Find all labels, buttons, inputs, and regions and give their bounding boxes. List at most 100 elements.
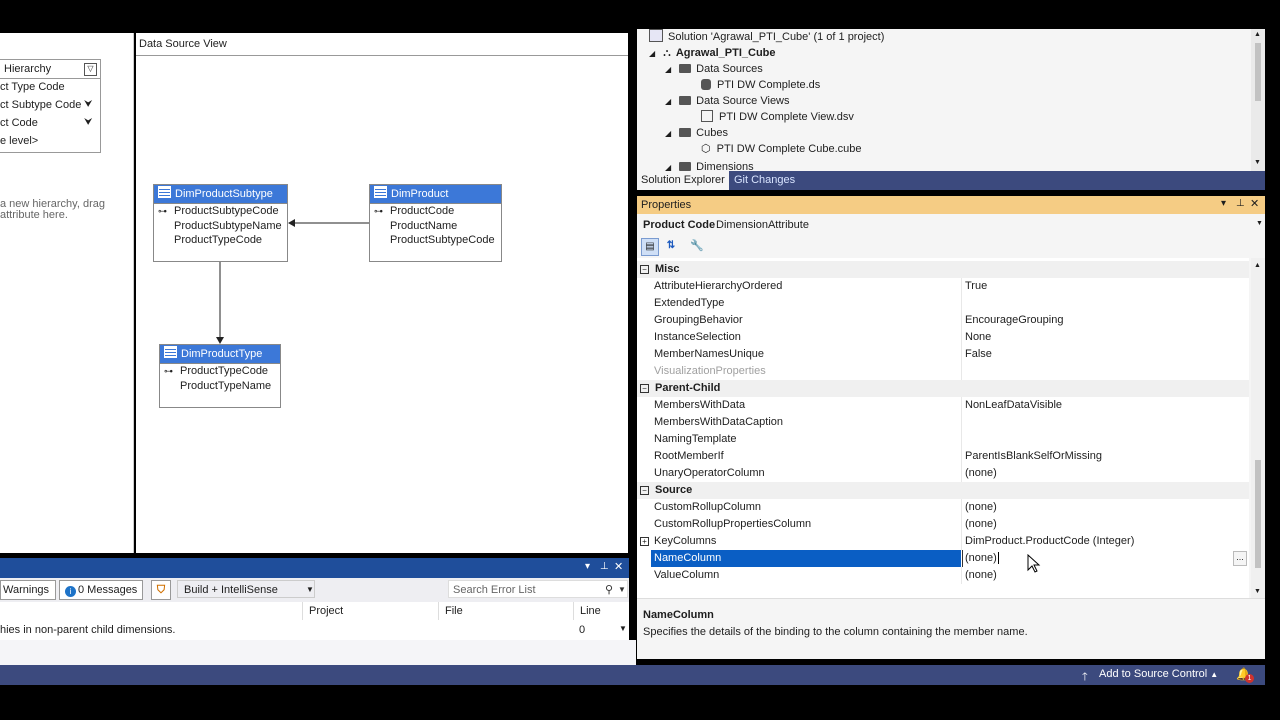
expand-triangle-icon[interactable]: ◢ <box>665 65 671 74</box>
scrollbar[interactable]: ▲ ▼ <box>1251 29 1265 171</box>
table-column[interactable]: ⊶ ProductCode <box>370 204 501 219</box>
property-row[interactable]: RootMemberIf ParentIsBlankSelfOrMissing <box>637 448 1249 465</box>
collapse-icon[interactable]: − <box>640 486 649 495</box>
scroll-down-icon[interactable]: ▼ <box>1254 588 1261 595</box>
property-value[interactable]: (none) <box>965 567 997 584</box>
tree-item-dimensions[interactable]: ◢ Dimensions <box>665 159 754 171</box>
property-value-editor[interactable]: (none) <box>962 550 999 567</box>
expand-icon[interactable]: + <box>640 537 649 546</box>
property-row[interactable]: + KeyColumns DimProduct.ProductCode (Inte… <box>637 533 1249 550</box>
warnings-filter-button[interactable]: Warnings <box>0 580 56 600</box>
property-row-selected[interactable]: NameColumn (none) ... <box>637 550 1249 567</box>
scroll-down-icon[interactable]: ▼ <box>1254 159 1261 166</box>
add-to-source-control[interactable]: Add to Source Control ▲ <box>1099 668 1218 680</box>
property-row[interactable]: GroupingBehavior EncourageGrouping <box>637 312 1249 329</box>
column-header-file[interactable]: File <box>438 602 573 620</box>
tab-git-changes[interactable]: Git Changes <box>730 171 799 190</box>
hierarchy-box[interactable]: Hierarchy ▽ ct Type Code ct Subtype Code… <box>0 59 101 153</box>
tree-item-data-source-views[interactable]: ◢ Data Source Views <box>665 93 790 109</box>
tree-item-ds[interactable]: PTI DW Complete.ds <box>701 77 820 93</box>
property-row[interactable]: UnaryOperatorColumn (none) <box>637 465 1249 482</box>
table-column[interactable]: ProductSubtypeName <box>154 219 287 234</box>
close-icon[interactable]: ✕ <box>1250 197 1259 210</box>
category-parent-child[interactable]: − Parent-Child <box>637 380 1249 397</box>
wrench-icon[interactable]: 🔧 <box>689 238 705 254</box>
column-header-line[interactable]: Line <box>573 602 616 620</box>
property-row[interactable]: MemberNamesUnique False <box>637 346 1249 363</box>
messages-filter-button[interactable]: i0 Messages <box>59 580 143 600</box>
dropdown-arrow-icon[interactable]: ▾ <box>1221 198 1226 209</box>
category-source[interactable]: − Source <box>637 482 1249 499</box>
table-column[interactable]: ProductTypeName <box>160 379 280 394</box>
filter-icon[interactable]: ⛉ <box>151 580 171 600</box>
tree-item-project[interactable]: ◢ ⛬ Agrawal_PTI_Cube <box>649 45 776 61</box>
table-header[interactable]: DimProduct <box>370 185 501 204</box>
property-value[interactable]: ParentIsBlankSelfOrMissing <box>965 448 1102 465</box>
collapse-icon[interactable]: − <box>640 265 649 274</box>
scrollbar-thumb[interactable] <box>1255 43 1261 101</box>
scrollbar-thumb[interactable] <box>1255 460 1261 568</box>
scroll-up-icon[interactable]: ▲ <box>1254 31 1261 38</box>
collapse-icon[interactable]: − <box>640 384 649 393</box>
sort-alpha-icon[interactable]: ⇅ <box>663 238 679 254</box>
hierarchy-level[interactable]: ct Type Code <box>0 78 65 96</box>
column-header-project[interactable]: Project <box>302 602 445 620</box>
tree-item-dsv[interactable]: PTI DW Complete View.dsv <box>701 109 854 125</box>
property-row[interactable]: ExtendedType <box>637 295 1249 312</box>
property-value[interactable]: None <box>965 329 991 346</box>
scroll-down-icon[interactable]: ▼ <box>619 624 627 633</box>
property-row[interactable]: CustomRollupColumn (none) <box>637 499 1249 516</box>
search-error-list-input[interactable]: Search Error List ⚲ ▼ <box>448 580 628 598</box>
error-list-row[interactable]: hies in non-parent child dimensions. 0 ▼ <box>0 620 629 640</box>
expand-triangle-icon[interactable]: ◢ <box>665 129 671 138</box>
property-value[interactable]: NonLeafDataVisible <box>965 397 1062 414</box>
table-header[interactable]: DimProductType <box>160 345 280 364</box>
collapse-icon[interactable]: ▽ <box>84 63 97 76</box>
tree-item-solution[interactable]: Solution 'Agrawal_PTI_Cube' (1 of 1 proj… <box>649 29 884 45</box>
property-value[interactable]: (none) <box>965 465 997 482</box>
category-misc[interactable]: − Misc <box>637 261 1249 278</box>
property-value[interactable]: True <box>965 278 987 295</box>
hierarchy-level[interactable]: ct Code ⮟ <box>0 114 100 132</box>
table-header[interactable]: DimProductSubtype <box>154 185 287 204</box>
object-selector[interactable]: Product Code DimensionAttribute ▼ <box>637 215 1265 235</box>
categorized-icon[interactable]: ▤ <box>641 238 659 256</box>
property-value[interactable]: EncourageGrouping <box>965 312 1063 329</box>
property-row[interactable]: NamingTemplate <box>637 431 1249 448</box>
tree-item-cubes[interactable]: ◢ Cubes <box>665 125 728 141</box>
property-row[interactable]: InstanceSelection None <box>637 329 1249 346</box>
dsv-table[interactable]: DimProductSubtype ⊶ ProductSubtypeCode Pr… <box>153 184 288 262</box>
hierarchy-header[interactable]: Hierarchy ▽ <box>0 60 100 79</box>
property-row[interactable]: AttributeHierarchyOrdered True <box>637 278 1249 295</box>
table-column[interactable]: ProductSubtypeCode <box>370 233 501 248</box>
property-value[interactable]: (none) <box>965 499 997 516</box>
build-filter-select[interactable]: Build + IntelliSense ▼ <box>177 580 315 598</box>
expand-triangle-icon[interactable]: ◢ <box>665 97 671 106</box>
close-icon[interactable]: ✕ <box>614 560 623 573</box>
dropdown-arrow-icon[interactable]: ▾ <box>585 561 590 572</box>
property-value[interactable]: DimProduct.ProductCode (Integer) <box>965 533 1134 550</box>
table-column[interactable]: ProductTypeCode <box>154 233 287 248</box>
pin-icon[interactable]: ⊥ <box>1236 198 1245 209</box>
hierarchy-level[interactable]: ct Subtype Code ⮟ <box>0 96 100 114</box>
scrollbar[interactable]: ▲ ▼ <box>1251 258 1265 598</box>
expand-triangle-icon[interactable]: ◢ <box>649 49 655 58</box>
scroll-up-icon[interactable]: ▲ <box>1254 262 1261 269</box>
dsv-table[interactable]: DimProductType ⊶ ProductTypeCode ProductT… <box>159 344 281 408</box>
tree-item-cube[interactable]: ⬡ PTI DW Complete Cube.cube <box>701 141 862 157</box>
new-level-placeholder[interactable]: e level> <box>0 132 38 150</box>
table-column[interactable]: ⊶ ProductTypeCode <box>160 364 280 379</box>
property-row[interactable]: ValueColumn (none) <box>637 567 1249 584</box>
dsv-table[interactable]: DimProduct ⊶ ProductCode ProductName Prod… <box>369 184 502 262</box>
property-value[interactable]: False <box>965 346 992 363</box>
property-row[interactable]: MembersWithDataCaption <box>637 414 1249 431</box>
tree-item-data-sources[interactable]: ◢ Data Sources <box>665 61 763 77</box>
table-column[interactable]: ProductName <box>370 219 501 234</box>
expand-triangle-icon[interactable]: ◢ <box>665 163 671 171</box>
ellipsis-button[interactable]: ... <box>1233 551 1247 566</box>
property-row[interactable]: MembersWithData NonLeafDataVisible <box>637 397 1249 414</box>
pin-icon[interactable]: ⊥ <box>600 561 609 572</box>
tab-solution-explorer[interactable]: Solution Explorer <box>637 171 729 190</box>
property-row-disabled[interactable]: VisualizationProperties <box>637 363 1249 380</box>
table-column[interactable]: ⊶ ProductSubtypeCode <box>154 204 287 219</box>
